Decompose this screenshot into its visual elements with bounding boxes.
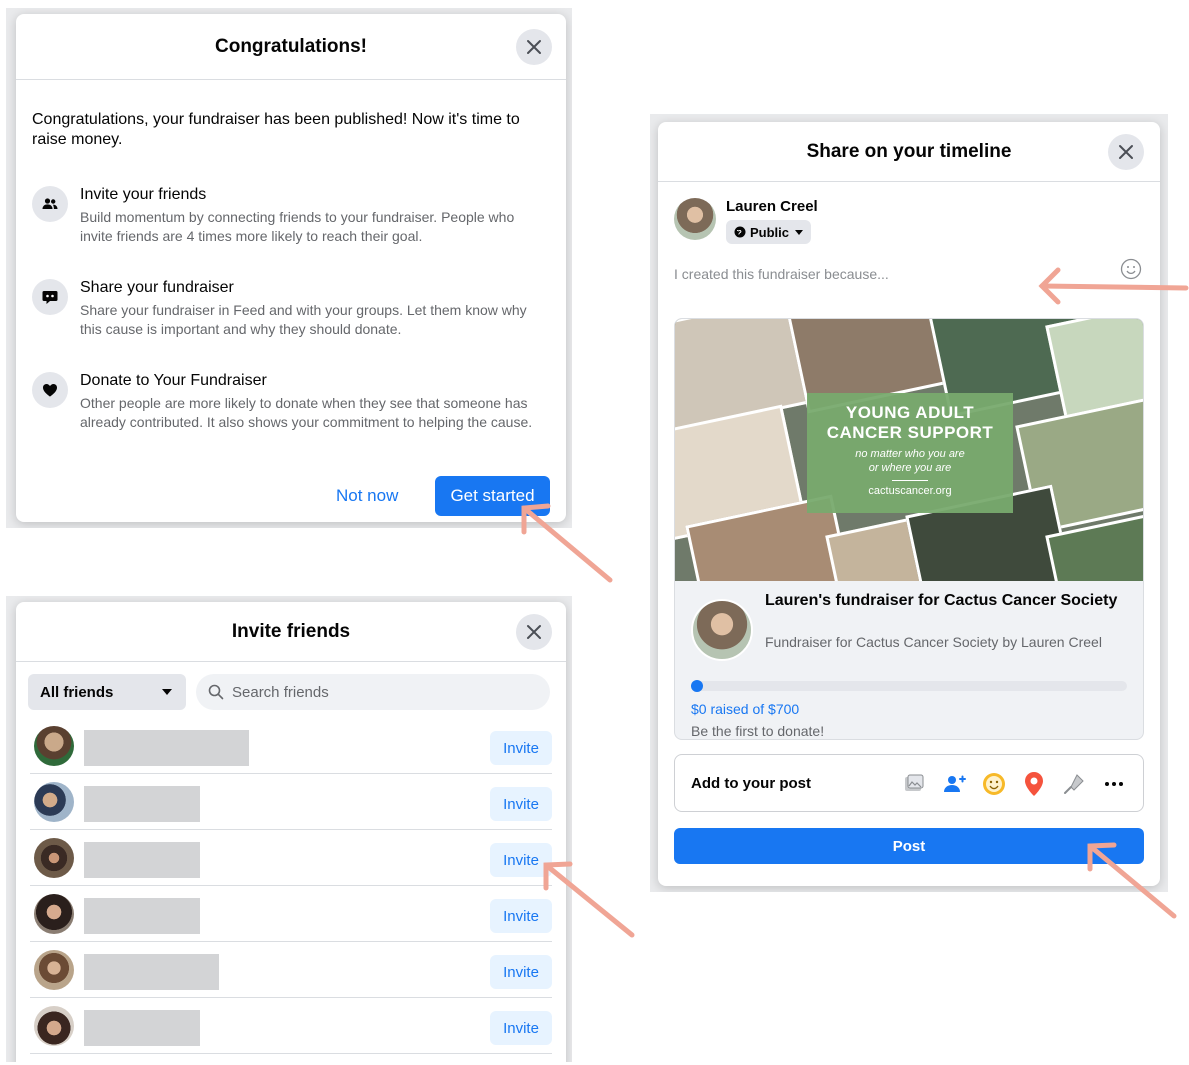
speech-bubble-icon [32, 279, 68, 315]
share-timeline-screenshot: Share on your timeline Lauren Creel Publ… [650, 114, 1168, 892]
invite-button[interactable]: Invite [490, 843, 552, 877]
poster-name: Lauren Creel [726, 198, 818, 215]
fundraiser-cover-image: YOUNG ADULT CANCER SUPPORT no matter who… [675, 319, 1143, 581]
congratulations-screenshot: Congratulations! Congratulations, your f… [6, 8, 572, 528]
feature-title: Donate to Your Fundraiser [80, 372, 267, 389]
fundraiser-attachment[interactable]: YOUNG ADULT CANCER SUPPORT no matter who… [674, 318, 1144, 740]
badge-tagline-1: no matter who you are [855, 448, 965, 460]
friend-row: Invite [30, 942, 552, 998]
congrats-intro: Congratulations, your fundraiser has bee… [32, 111, 520, 148]
redacted-name [84, 730, 249, 766]
progress-marker [691, 680, 703, 692]
audience-label: Public [750, 224, 790, 240]
add-to-post-label: Add to your post [691, 775, 811, 792]
friend-avatar [34, 782, 74, 822]
friend-avatar [34, 950, 74, 990]
feature-title: Share your fundraiser [80, 279, 234, 296]
share-timeline-dialog: Share on your timeline Lauren Creel Publ… [658, 122, 1160, 886]
redacted-name [84, 954, 219, 990]
dialog-title: Invite friends [231, 620, 351, 642]
close-button[interactable] [1108, 134, 1144, 170]
badge-tagline-2: or where you are [868, 462, 952, 474]
feature-donate: Donate to Your Fundraiser Other people a… [32, 372, 550, 456]
feature-share-fundraiser: Share your fundraiser Share your fundrai… [32, 279, 550, 349]
friend-avatar [34, 1006, 74, 1046]
search-friends-box[interactable] [196, 674, 550, 710]
invite-button[interactable]: Invite [490, 731, 552, 765]
search-icon [208, 684, 224, 700]
invite-friends-dialog: Invite friends All friends Invite Invite [16, 602, 566, 1062]
friend-row: Invite [30, 998, 552, 1054]
dialog-header: Invite friends [16, 602, 566, 662]
congratulations-dialog: Congratulations! Congratulations, your f… [16, 14, 566, 522]
search-friends-input[interactable] [232, 683, 532, 701]
emoji-icon[interactable] [1120, 258, 1142, 280]
friend-row: Invite [30, 774, 552, 830]
audience-selector[interactable]: Public [726, 220, 812, 244]
dialog-header: Congratulations! [16, 14, 566, 80]
globe-icon [734, 226, 746, 238]
donate-prompt: Be the first to donate! [691, 723, 825, 739]
mic-icon[interactable] [1059, 769, 1089, 799]
redacted-name [84, 786, 200, 822]
campaign-badge: YOUNG ADULT CANCER SUPPORT no matter who… [807, 393, 1013, 513]
close-icon [527, 40, 541, 54]
get-started-button[interactable]: Get started [435, 476, 550, 516]
more-icon[interactable] [1099, 769, 1129, 799]
invite-button[interactable]: Invite [490, 787, 552, 821]
friends-filter-dropdown[interactable]: All friends [28, 674, 186, 710]
close-icon [1119, 145, 1133, 159]
invite-button[interactable]: Invite [490, 1011, 552, 1045]
feature-description: Other people are more likely to donate w… [80, 395, 533, 430]
friend-row: Invite [30, 718, 552, 774]
feeling-icon[interactable] [979, 769, 1009, 799]
redacted-name [84, 842, 200, 878]
invite-button[interactable]: Invite [490, 955, 552, 989]
add-to-post-bar: Add to your post [674, 754, 1144, 812]
friend-avatar [34, 838, 74, 878]
fundraiser-title: Lauren's fundraiser for Cactus Cancer So… [765, 592, 1118, 609]
redacted-name [84, 1010, 200, 1046]
feature-title: Invite your friends [80, 186, 207, 203]
heart-icon [32, 372, 68, 408]
badge-line-2: CANCER SUPPORT [826, 423, 994, 442]
fundraiser-subtitle: Fundraiser for Cactus Cancer Society by … [765, 634, 1102, 650]
post-text-input[interactable] [674, 266, 1120, 282]
fundraiser-progress-bar [691, 680, 1127, 692]
friend-avatar [34, 726, 74, 766]
friend-row: Invite [30, 830, 552, 886]
fundraiser-avatar [691, 599, 753, 661]
poster-avatar [674, 198, 716, 240]
invite-button[interactable]: Invite [490, 899, 552, 933]
friends-filter-label: All friends [40, 683, 114, 701]
badge-divider [892, 480, 928, 481]
location-icon[interactable] [1019, 769, 1049, 799]
feature-description: Share your fundraiser in Feed and with y… [80, 302, 527, 337]
close-button[interactable] [516, 614, 552, 650]
dialog-title: Share on your timeline [806, 140, 1012, 162]
photo-icon[interactable] [899, 769, 929, 799]
people-icon [32, 186, 68, 222]
caret-down-icon [795, 229, 804, 235]
close-button[interactable] [516, 29, 552, 65]
feature-description: Build momentum by connecting friends to … [80, 209, 515, 244]
friend-avatar [34, 894, 74, 934]
badge-line-1: YOUNG ADULT [845, 403, 975, 422]
feature-invite-friends: Invite your friends Build momentum by co… [32, 186, 550, 256]
tag-people-icon[interactable] [939, 769, 969, 799]
not-now-button[interactable]: Not now [336, 486, 398, 506]
dialog-title: Congratulations! [215, 35, 367, 57]
raised-amount: $0 raised of $700 [691, 701, 800, 717]
invite-friends-screenshot: Invite friends All friends Invite Invite [6, 596, 572, 1062]
friend-row: Invite [30, 886, 552, 942]
badge-url: cactuscancer.org [868, 485, 952, 497]
dialog-header: Share on your timeline [658, 122, 1160, 182]
redacted-name [84, 898, 200, 934]
close-icon [527, 625, 541, 639]
caret-down-icon [162, 689, 172, 695]
post-button[interactable]: Post [674, 828, 1144, 864]
